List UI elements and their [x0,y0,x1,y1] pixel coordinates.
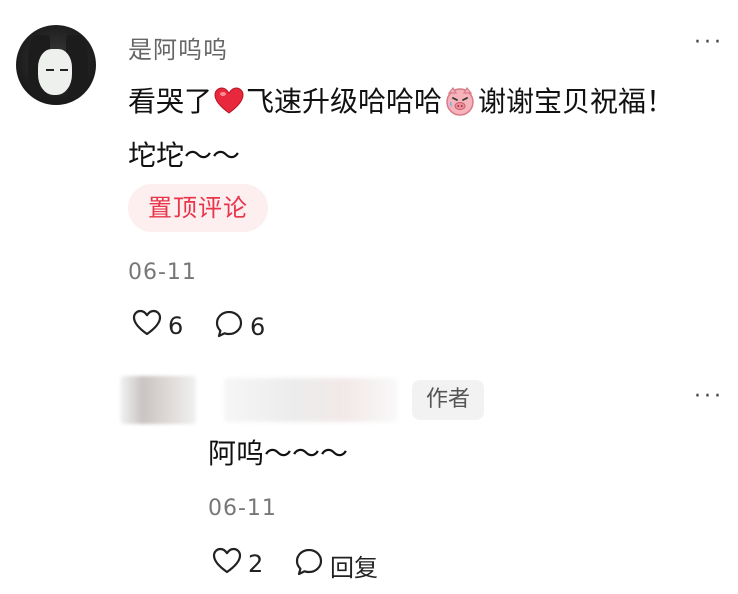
commenter-avatar[interactable] [16,25,96,105]
comment-like-button[interactable]: 6 [132,309,183,343]
comment-date: 06-11 [128,260,197,285]
pig-emoji [444,84,476,132]
reply-username-blurred[interactable] [224,378,398,422]
comment-text: 看哭了 飞速升级哈哈哈 谢谢宝贝祝福！ 坨坨～～ [128,78,718,180]
reply-like-button[interactable]: 2 [212,547,263,581]
comment-reply-button[interactable]: 6 [214,309,265,345]
heart-emoji [214,82,244,130]
comment-bubble-icon [214,309,244,345]
comment-text-part1: 看哭了 [128,85,213,118]
comment-more-icon[interactable]: ··· [694,30,724,55]
reply-date: 06-11 [208,496,277,521]
reply-avatar[interactable] [120,376,196,424]
reply-reply-button[interactable]: 回复 [294,547,378,583]
like-count: 6 [168,312,184,340]
comment-count: 6 [250,313,266,341]
heart-outline-icon [212,547,242,581]
comment-text-line2: 坨坨～～ [128,139,241,172]
reply-label: 回复 [330,553,378,582]
reply-like-count: 2 [248,550,264,578]
author-badge: 作者 [412,380,485,420]
reply-text: 阿呜～～～ [208,437,349,470]
comment-text-part3: 谢谢宝贝祝福！ [478,85,675,118]
pinned-comment-tag: 置顶评论 [128,184,268,232]
heart-outline-icon [132,309,162,343]
comment-text-part2: 飞速升级哈哈哈 [246,85,443,118]
comment-bubble-icon [294,547,324,583]
commenter-username[interactable]: 是阿呜呜 [128,30,228,65]
reply-more-icon[interactable]: ··· [694,384,724,409]
